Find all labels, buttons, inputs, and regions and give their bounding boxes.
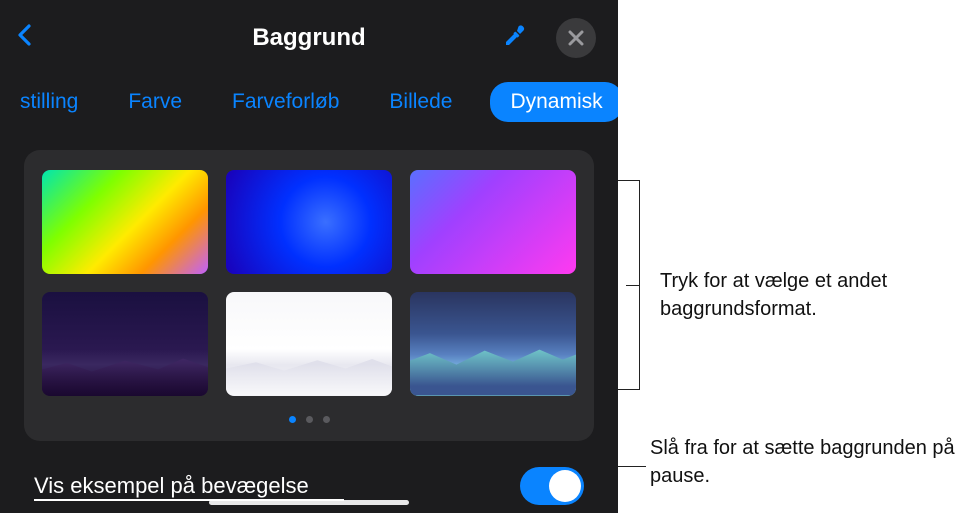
page-dot-1 — [289, 416, 296, 423]
close-icon — [568, 30, 584, 46]
tab-farveforlob[interactable]: Farveforløb — [220, 82, 351, 122]
page-dot-2 — [306, 416, 313, 423]
header-actions — [502, 18, 596, 58]
preview-motion-label: Vis eksempel på bevægelse — [34, 473, 309, 499]
panel-header: Baggrund — [0, 0, 618, 76]
page-dot-3 — [323, 416, 330, 423]
tab-billede[interactable]: Billede — [377, 82, 464, 122]
eyedropper-button[interactable] — [502, 23, 528, 54]
tab-farve[interactable]: Farve — [116, 82, 194, 122]
swatch-panel — [24, 150, 594, 441]
close-button[interactable] — [556, 18, 596, 58]
background-settings-panel: Baggrund stilling Farve Farveforløb Bill… — [0, 0, 618, 513]
tab-stilling[interactable]: stilling — [8, 82, 90, 122]
home-indicator[interactable] — [209, 500, 409, 505]
callout-text-format: Tryk for at vælge et andet baggrundsform… — [660, 267, 968, 323]
eyedropper-icon — [502, 23, 528, 49]
swatch-landscape-light[interactable] — [226, 292, 392, 396]
swatch-gradient-purple-pink[interactable] — [410, 170, 576, 274]
swatch-landscape-teal[interactable] — [410, 292, 576, 396]
callout-text-pause: Slå fra for at sætte baggrunden på pause… — [650, 434, 968, 490]
callouts-area: Tryk for at vælge et andet baggrundsform… — [618, 0, 968, 513]
back-button[interactable] — [16, 22, 32, 54]
tab-dynamisk[interactable]: Dynamisk — [490, 82, 618, 122]
panel-title: Baggrund — [252, 24, 365, 52]
page-indicator[interactable] — [42, 412, 576, 427]
swatch-gradient-blue[interactable] — [226, 170, 392, 274]
toggle-knob — [549, 470, 581, 502]
callout-bracket-format — [618, 180, 640, 390]
chevron-left-icon — [16, 23, 32, 47]
swatch-gradient-rainbow[interactable] — [42, 170, 208, 274]
swatch-grid — [42, 170, 576, 396]
swatch-landscape-dark[interactable] — [42, 292, 208, 396]
callout-line-pause — [618, 466, 646, 467]
tab-bar: stilling Farve Farveforløb Billede Dynam… — [0, 76, 618, 136]
preview-motion-toggle[interactable] — [520, 467, 584, 505]
